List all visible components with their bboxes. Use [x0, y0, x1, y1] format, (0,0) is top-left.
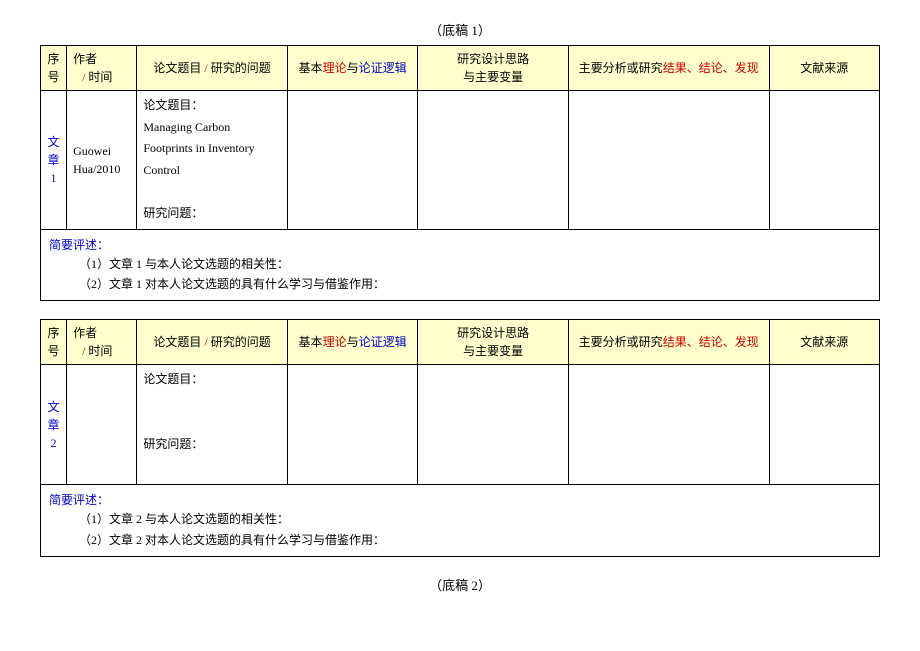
article-topic-cell: 论文题目： 研究问题： [137, 365, 288, 485]
review-cell: 简要评述： （1）文章 1 与本人论文选题的相关性： （2）文章 1 对本人论文… [41, 229, 880, 301]
header-design: 研究设计思路与主要变量 [418, 46, 569, 91]
header-source: 文献来源 [769, 320, 879, 365]
header-source: 文献来源 [769, 46, 879, 91]
header-design: 研究设计思路与主要变量 [418, 320, 569, 365]
header-index: 序号 [41, 46, 67, 91]
article-analysis-cell [568, 91, 769, 230]
header-analysis: 主要分析或研究结果、结论、发现 [568, 320, 769, 365]
article-author-cell [67, 365, 137, 485]
article-design-cell [418, 365, 569, 485]
header-theory: 基本理论与论证逻辑 [287, 320, 417, 365]
article-index-cell: 文章2 [41, 365, 67, 485]
review-row: 简要评述： （1）文章 1 与本人论文选题的相关性： （2）文章 1 对本人论文… [41, 229, 880, 301]
article-index-cell: 文章1 [41, 91, 67, 230]
article-topic-cell: 论文题目： Managing Carbon Footprints in Inve… [137, 91, 288, 230]
article-table-1: 序号 作者 / 时间 论文题目 / 研究的问题 基本理论与论证逻辑 研究设计思路… [40, 45, 880, 301]
header-index: 序号 [41, 320, 67, 365]
review-line-2: （2）文章 2 对本人论文选题的具有什么学习与借鉴作用： [49, 530, 871, 550]
article-theory-cell [287, 365, 417, 485]
article-source-cell [769, 91, 879, 230]
header-topic: 论文题目 / 研究的问题 [137, 320, 288, 365]
article-analysis-cell [568, 365, 769, 485]
article-author-cell: Guowei Hua/2010 [67, 91, 137, 230]
review-line-1: （1）文章 1 与本人论文选题的相关性： [49, 254, 871, 274]
table-header-row: 序号 作者 / 时间 论文题目 / 研究的问题 基本理论与论证逻辑 研究设计思路… [41, 46, 880, 91]
header-analysis: 主要分析或研究结果、结论、发现 [568, 46, 769, 91]
header-theory: 基本理论与论证逻辑 [287, 46, 417, 91]
table-row: 文章1 Guowei Hua/2010 论文题目： Managing Carbo… [41, 91, 880, 230]
article-source-cell [769, 365, 879, 485]
page-title-top: （底稿 1） [40, 20, 880, 39]
header-topic: 论文题目 / 研究的问题 [137, 46, 288, 91]
header-author: 作者 / 时间 [67, 46, 137, 91]
review-label: 简要评述： [49, 491, 871, 509]
review-line-1: （1）文章 2 与本人论文选题的相关性： [49, 509, 871, 529]
page-title-bottom: （底稿 2） [40, 575, 880, 594]
article-design-cell [418, 91, 569, 230]
header-author: 作者 / 时间 [67, 320, 137, 365]
article-table-2: 序号 作者 / 时间 论文题目 / 研究的问题 基本理论与论证逻辑 研究设计思路… [40, 319, 880, 557]
review-cell: 简要评述： （1）文章 2 与本人论文选题的相关性： （2）文章 2 对本人论文… [41, 485, 880, 557]
review-label: 简要评述： [49, 236, 871, 254]
review-line-2: （2）文章 1 对本人论文选题的具有什么学习与借鉴作用： [49, 274, 871, 294]
article-theory-cell [287, 91, 417, 230]
table-header-row: 序号 作者 / 时间 论文题目 / 研究的问题 基本理论与论证逻辑 研究设计思路… [41, 320, 880, 365]
table-row: 文章2 论文题目： 研究问题： [41, 365, 880, 485]
review-row: 简要评述： （1）文章 2 与本人论文选题的相关性： （2）文章 2 对本人论文… [41, 485, 880, 557]
